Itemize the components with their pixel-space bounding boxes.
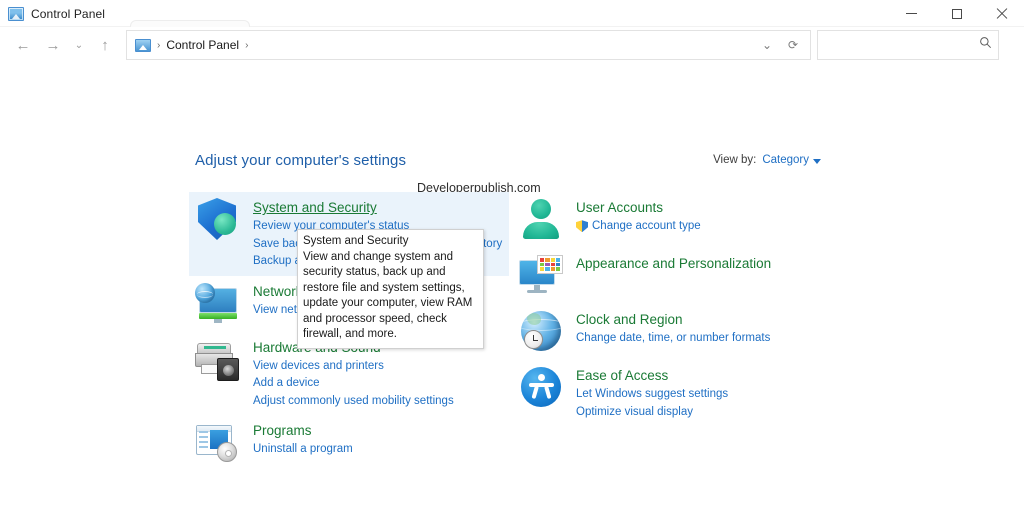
address-bar[interactable]: › Control Panel › ⌄ ⟳ [126,30,811,60]
tooltip-title: System and Security [303,235,409,247]
category-title[interactable]: Clock and Region [576,311,683,329]
window-controls [889,0,1024,27]
category-body: Programs Uninstall a program [253,419,503,458]
minimize-button[interactable] [889,0,934,27]
category-appearance-and-personalization[interactable]: Appearance and Personalization [512,248,842,304]
category-link[interactable]: Uninstall a program [253,441,503,458]
recent-locations-button[interactable]: ⌄ [68,30,90,60]
category-title[interactable]: Appearance and Personalization [576,255,771,273]
category-link[interactable]: Change account type [576,218,836,235]
network-icon[interactable] [195,280,241,326]
category-body: Clock and Region Change date, time, or nu… [576,308,836,347]
category-ease-of-access[interactable]: Ease of Access Let Windows suggest settin… [512,360,842,426]
category-link-label: Change account type [592,220,701,232]
category-body: Ease of Access Let Windows suggest settin… [576,364,836,420]
category-programs[interactable]: Programs Uninstall a program [189,415,509,471]
breadcrumb-separator-1: › [157,39,161,51]
view-by-dropdown[interactable]: Category [762,154,821,166]
breadcrumb-separator-2[interactable]: › [245,40,248,51]
category-user-accounts[interactable]: User Accounts Change account type [512,192,842,248]
category-body: Appearance and Personalization [576,252,836,273]
category-title[interactable]: Programs [253,422,312,440]
breadcrumb-item-control-panel[interactable]: Control Panel [166,38,239,52]
category-link[interactable]: Change date, time, or number formats [576,330,836,347]
category-body: User Accounts Change account type [576,196,836,235]
category-link[interactable]: Let Windows suggest settings [576,386,836,403]
category-clock-and-region[interactable]: Clock and Region Change date, time, or nu… [512,304,842,360]
chevron-down-icon [813,158,821,164]
appearance-icon[interactable] [518,252,564,298]
up-button[interactable]: ↑ [90,30,120,60]
category-link[interactable]: Adjust commonly used mobility settings [253,393,503,410]
programs-icon[interactable] [195,419,241,465]
page-title: Adjust your computer's settings [195,152,407,169]
tab-strip-stub [130,20,250,27]
breadcrumb-control-panel-icon [135,38,151,52]
view-by-control: View by: Category [713,154,821,166]
view-by-label: View by: [713,154,757,166]
content-area: Adjust your computer's settings Develope… [0,64,1024,531]
close-icon [996,8,1008,20]
close-button[interactable] [979,0,1024,27]
refresh-icon[interactable]: ⟳ [780,32,806,58]
title-bar-left: Control Panel [8,0,105,27]
user-icon[interactable] [518,196,564,242]
search-box[interactable] [817,30,999,60]
category-link[interactable]: Add a device [253,375,503,392]
view-by-value: Category [762,154,809,166]
category-link[interactable]: View devices and printers [253,358,503,375]
category-title[interactable]: Ease of Access [576,367,668,385]
clock-globe-icon[interactable] [518,308,564,354]
category-column-right: User Accounts Change account type Appearan… [512,192,842,426]
category-title[interactable]: System and Security [253,199,377,217]
chevron-down-icon[interactable]: ⌄ [754,32,780,58]
tooltip-body: View and change system and security stat… [303,250,473,341]
tooltip: System and Security View and change syst… [297,229,484,349]
category-link[interactable]: Optimize visual display [576,404,836,421]
address-bar-actions: ⌄ ⟳ [754,32,806,58]
minimize-icon [906,13,917,14]
shield-icon[interactable] [195,196,241,242]
maximize-icon [951,8,962,19]
maximize-button[interactable] [934,0,979,27]
uac-shield-icon [576,220,588,232]
control-panel-icon [8,6,24,21]
search-input[interactable] [826,37,979,53]
navigation-bar: ← → ⌄ ↑ › Control Panel › ⌄ ⟳ [0,27,1024,64]
forward-button[interactable]: → [38,30,68,60]
search-icon[interactable] [979,36,992,54]
category-title[interactable]: User Accounts [576,199,663,217]
ease-of-access-icon[interactable] [518,364,564,410]
window-title: Control Panel [31,6,106,21]
back-button[interactable]: ← [8,30,38,60]
printer-speaker-icon[interactable] [195,336,241,382]
title-bar: Control Panel [0,0,1024,27]
